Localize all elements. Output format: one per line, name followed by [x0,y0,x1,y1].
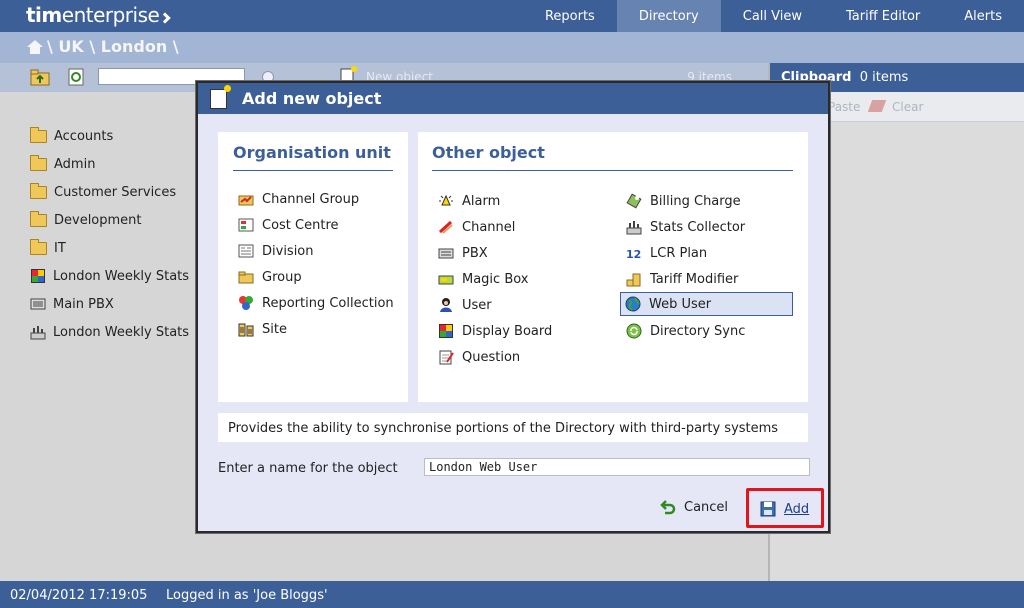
svg-text:123: 123 [626,248,642,261]
dialog-header: Add new object [198,83,828,114]
division-icon [238,244,254,258]
option-pbx[interactable]: PBX [434,241,488,265]
breadcrumb-path[interactable]: \ UK \ London \ [47,37,179,56]
pbx-icon [438,248,454,259]
other-object-title: Other object [432,143,545,162]
stats-collector-icon [626,221,642,235]
top-bar: timenterprise Reports Directory Call Vie… [0,0,1024,32]
refresh-icon[interactable] [66,68,86,86]
option-channel-group[interactable]: Channel Group [234,187,359,211]
save-disk-icon [760,501,776,517]
organisation-unit-title: Organisation unit [233,143,391,162]
nav-call-view[interactable]: Call View [721,0,824,32]
display-board-icon [31,269,45,283]
option-question[interactable]: Question [434,345,520,369]
reporting-collection-icon [239,296,253,310]
directory-sync-icon [626,323,642,339]
object-description: Provides the ability to synchronise port… [218,413,808,442]
site-icon [238,323,254,337]
directory-list: Accounts Admin Customer Services Develop… [30,122,189,346]
add-object-dialog: Add new object Organisation unit Channel… [196,81,830,533]
other-object-panel: Other object Alarm Channel PBX Magic Box… [418,132,808,402]
list-item[interactable]: Accounts [30,122,189,150]
option-reporting-collection[interactable]: Reporting Collection [234,291,394,315]
option-tariff-modifier[interactable]: Tariff Modifier [622,267,738,291]
folder-icon [30,126,47,143]
app-logo[interactable]: timenterprise [26,3,171,27]
organisation-unit-panel: Organisation unit Channel Group Cost Cen… [218,132,408,402]
folder-icon [30,154,47,171]
lcr-plan-icon: 123 [626,248,642,261]
list-item[interactable]: London Weekly Stats [30,318,189,346]
option-site[interactable]: Site [234,317,287,341]
paste-button[interactable]: Paste [828,100,860,114]
pbx-icon [30,298,46,310]
object-name-input[interactable] [424,458,810,476]
nav-directory[interactable]: Directory [616,0,721,32]
folder-icon [30,238,47,255]
status-bar: 02/04/2012 17:19:05 Logged in as 'Joe Bl… [0,581,1024,608]
divider [233,170,393,171]
channel-icon [438,220,453,234]
add-button[interactable]: Add [746,488,824,528]
folder-icon [238,271,254,284]
option-user[interactable]: User [434,293,492,317]
breadcrumb: \ UK \ London \ [27,37,179,56]
option-stats-collector[interactable]: Stats Collector [622,215,745,239]
home-icon[interactable] [27,39,43,54]
display-board-icon [439,324,453,338]
clear-button[interactable]: Clear [892,100,923,114]
magic-box-icon [438,275,454,285]
eraser-icon [867,100,887,112]
option-magic-box[interactable]: Magic Box [434,267,529,291]
folder-icon [30,210,47,227]
divider [432,170,793,171]
option-alarm[interactable]: Alarm [434,189,500,213]
option-web-user[interactable]: Web User [620,292,793,316]
option-division[interactable]: Division [234,239,314,263]
list-item[interactable]: IT [30,234,189,262]
option-channel[interactable]: Channel [434,215,515,239]
name-field-label: Enter a name for the object [218,461,398,476]
list-item[interactable]: Customer Services [30,178,189,206]
option-directory-sync[interactable]: Directory Sync [622,319,745,343]
option-lcr-plan[interactable]: 123 LCR Plan [622,241,707,265]
billing-charge-icon [626,193,642,209]
dialog-title: Add new object [242,89,382,108]
alarm-icon [439,194,453,206]
clipboard-count: 0 items [859,70,909,85]
option-billing-charge[interactable]: Billing Charge [622,189,741,213]
nav-reports[interactable]: Reports [523,0,617,32]
nav-alerts[interactable]: Alerts [942,0,1024,32]
globe-icon [625,296,641,312]
cost-centre-icon [238,218,254,232]
folder-icon [30,182,47,199]
up-folder-icon[interactable] [30,68,50,86]
list-item[interactable]: London Weekly Stats [30,262,189,290]
list-item[interactable]: Development [30,206,189,234]
cancel-button[interactable]: Cancel [660,499,728,515]
stats-collector-icon [30,326,46,340]
status-login: Logged in as 'Joe Bloggs' [166,588,328,603]
new-object-icon [210,85,231,109]
main-nav: Reports Directory Call View Tariff Edito… [523,0,1024,32]
breadcrumb-bar: \ UK \ London \ [0,32,1024,63]
nav-tariff-editor[interactable]: Tariff Editor [824,0,942,32]
user-icon [440,298,452,312]
list-item[interactable]: Main PBX [30,290,189,318]
option-display-board[interactable]: Display Board [434,319,552,343]
option-cost-centre[interactable]: Cost Centre [234,213,339,237]
undo-icon [660,500,676,515]
question-icon [439,350,454,365]
option-group[interactable]: Group [234,265,302,289]
status-datetime: 02/04/2012 17:19:05 [10,588,148,603]
list-item[interactable]: Admin [30,150,189,178]
tariff-modifier-icon [626,273,641,287]
channel-group-icon [238,195,254,206]
